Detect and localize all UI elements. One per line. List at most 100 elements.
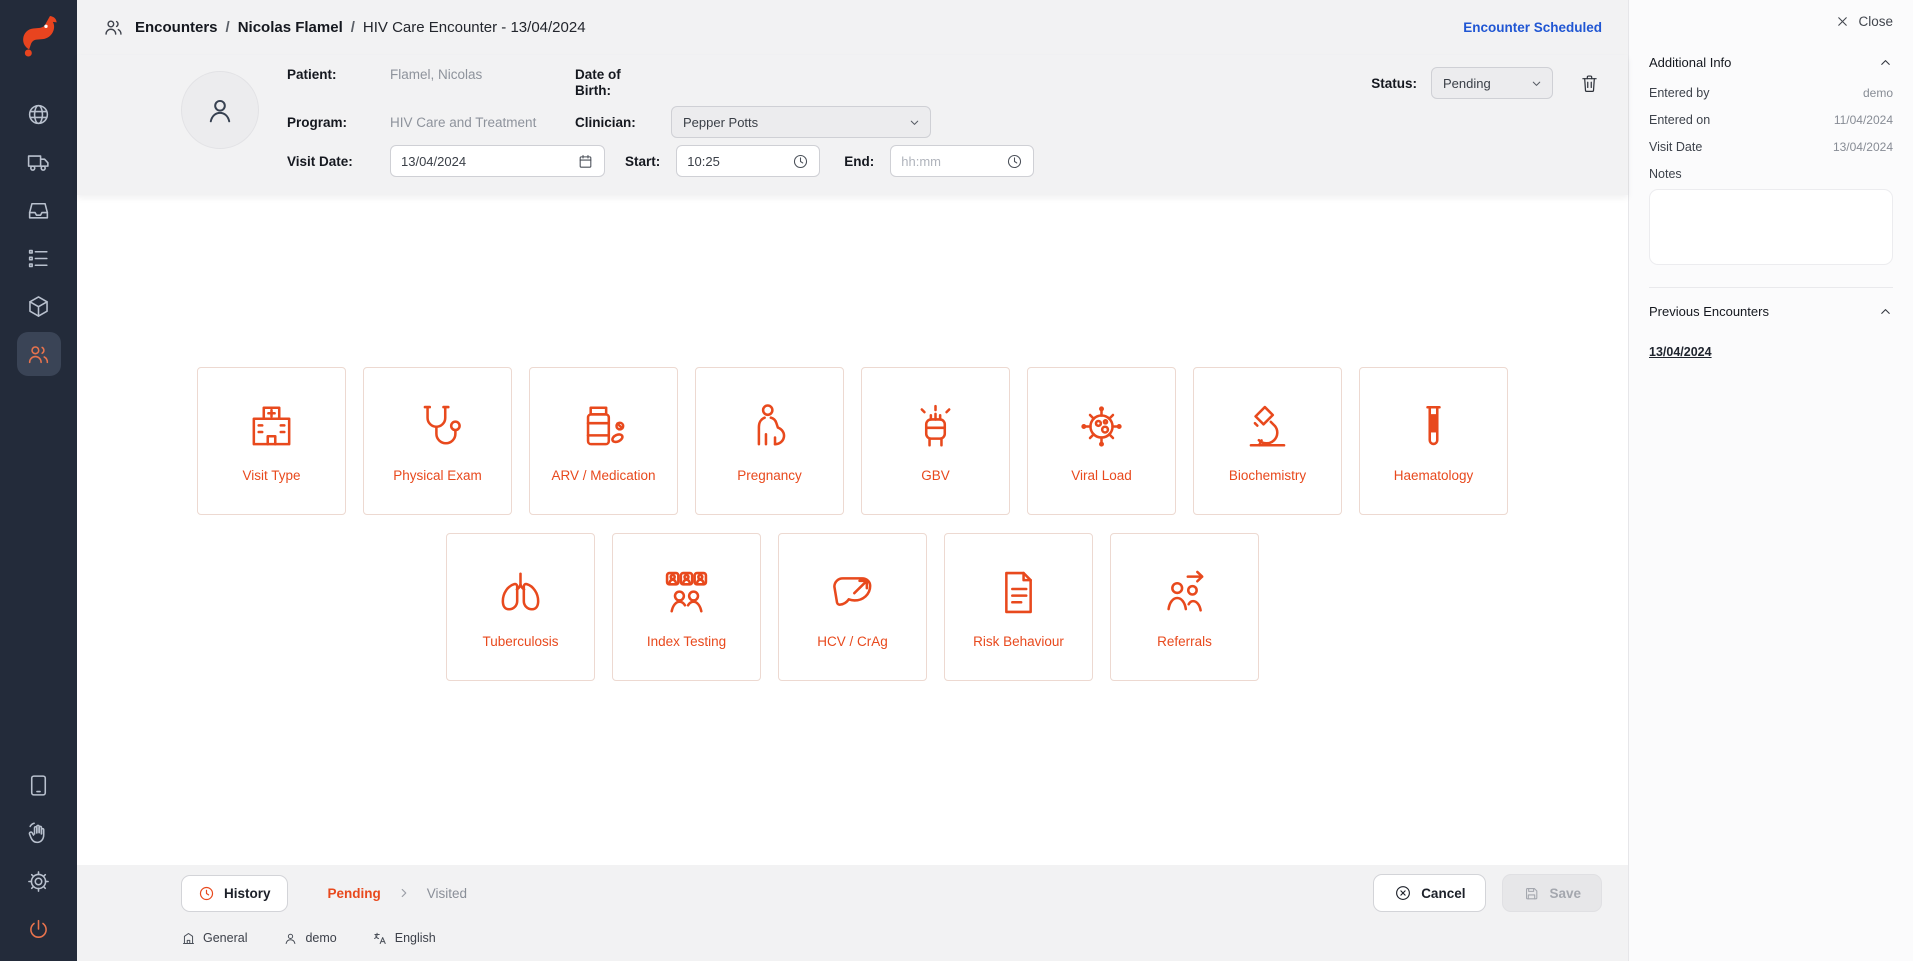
panel-visit-date-row: Visit Date 13/04/2024 <box>1649 140 1893 154</box>
card-risk-behaviour[interactable]: Risk Behaviour <box>944 533 1093 681</box>
additional-info-header[interactable]: Additional Info <box>1649 55 1893 70</box>
additional-info-title: Additional Info <box>1649 55 1731 70</box>
card-hcv-crag[interactable]: HCV / CrAg <box>778 533 927 681</box>
nav-item-hand-hygiene[interactable] <box>17 811 61 855</box>
card-viral-load[interactable]: Viral Load <box>1027 367 1176 515</box>
patient-fields-grid: Patient: Flamel, Nicolas Date of Birth: … <box>287 63 1602 177</box>
encounter-scheduled-link[interactable]: Encounter Scheduled <box>1463 20 1602 35</box>
task-list-icon <box>26 246 51 271</box>
raised-fist-icon <box>909 400 962 453</box>
breadcrumb-encounters[interactable]: Encounters <box>135 19 218 36</box>
end-time-placeholder: hh:mm <box>901 154 998 169</box>
power-icon <box>26 917 51 942</box>
nav-item-globe[interactable] <box>17 92 61 136</box>
notes-row: Notes <box>1649 167 1893 181</box>
sidebar-nav-top <box>17 92 61 376</box>
clinician-select[interactable]: Pepper Potts <box>671 106 931 138</box>
dob-label: Date of Birth: <box>575 67 647 99</box>
stethoscope-icon <box>411 400 464 453</box>
patient-row-2: Program: HIV Care and Treatment Clinicia… <box>287 106 1602 138</box>
card-physical-exam[interactable]: Physical Exam <box>363 367 512 515</box>
breadcrumb: Encounters / Nicolas Flamel / HIV Care E… <box>135 19 586 36</box>
gear-icon <box>26 869 51 894</box>
person-icon <box>203 93 237 127</box>
patient-label: Patient: <box>287 67 390 82</box>
notes-input[interactable] <box>1649 189 1893 265</box>
card-gbv[interactable]: GBV <box>861 367 1010 515</box>
lungs-icon <box>494 566 547 619</box>
nav-item-patients[interactable] <box>17 332 61 376</box>
status-step-pending: Pending <box>328 886 381 901</box>
entered-on-row: Entered on 11/04/2024 <box>1649 113 1893 127</box>
visit-date-value: 13/04/2024 <box>401 154 569 169</box>
previous-encounter-link[interactable]: 13/04/2024 <box>1649 345 1893 359</box>
footer-location[interactable]: General <box>181 931 247 946</box>
panel-close-button[interactable]: Close <box>1649 14 1893 29</box>
nav-item-settings[interactable] <box>17 859 61 903</box>
status-selected-value: Pending <box>1443 76 1522 91</box>
visit-date-label: Visit Date: <box>287 154 390 169</box>
top-bar: Encounters / Nicolas Flamel / HIV Care E… <box>77 0 1628 55</box>
patient-avatar <box>181 71 259 149</box>
tablet-icon <box>26 773 51 798</box>
chevron-up-icon <box>1878 55 1893 70</box>
nav-item-inbox[interactable] <box>17 188 61 232</box>
app-logo[interactable] <box>19 12 59 58</box>
user-icon <box>283 931 298 946</box>
start-time-label: Start: <box>625 154 660 169</box>
virus-icon <box>1075 400 1128 453</box>
patient-row-1: Patient: Flamel, Nicolas Date of Birth: … <box>287 67 1602 99</box>
nav-item-tablet[interactable] <box>17 763 61 807</box>
card-arv-medication[interactable]: ARV / Medication <box>529 367 678 515</box>
panel-visit-date-value: 13/04/2024 <box>1833 140 1893 154</box>
status-step-visited: Visited <box>427 886 467 901</box>
nav-item-task-list[interactable] <box>17 236 61 280</box>
visit-date-input[interactable]: 13/04/2024 <box>390 145 605 177</box>
referral-arrow-people-icon <box>1158 566 1211 619</box>
people-network-icon <box>660 566 713 619</box>
card-biochemistry[interactable]: Biochemistry <box>1193 367 1342 515</box>
breadcrumb-patient[interactable]: Nicolas Flamel <box>238 19 343 36</box>
card-index-testing[interactable]: Index Testing <box>612 533 761 681</box>
clinician-label: Clinician: <box>575 115 671 130</box>
card-label: Biochemistry <box>1229 468 1306 483</box>
delete-encounter-button[interactable] <box>1577 71 1602 96</box>
globe-icon <box>26 102 51 127</box>
card-label: Risk Behaviour <box>973 634 1064 649</box>
start-time-input[interactable]: 10:25 <box>676 145 820 177</box>
close-icon <box>1835 14 1850 29</box>
pregnant-woman-icon <box>743 400 796 453</box>
card-visit-type[interactable]: Visit Type <box>197 367 346 515</box>
breadcrumb-separator: / <box>226 19 230 36</box>
status-cluster: Status: Pending <box>1371 67 1602 99</box>
card-pregnancy[interactable]: Pregnancy <box>695 367 844 515</box>
save-button[interactable]: Save <box>1502 874 1602 912</box>
footer-user[interactable]: demo <box>283 931 336 946</box>
previous-encounters-header[interactable]: Previous Encounters <box>1649 304 1893 319</box>
nav-item-logout[interactable] <box>17 907 61 951</box>
calendar-icon <box>577 153 594 170</box>
card-tuberculosis[interactable]: Tuberculosis <box>446 533 595 681</box>
footer-language[interactable]: English <box>373 931 436 946</box>
nav-item-package[interactable] <box>17 284 61 328</box>
save-button-label: Save <box>1549 886 1581 901</box>
chevron-up-icon <box>1878 304 1893 319</box>
home-icon <box>181 931 196 946</box>
card-label: Haematology <box>1394 468 1474 483</box>
panel-divider <box>1649 287 1893 288</box>
patient-row-3: Visit Date: 13/04/2024 Start: 10:25 End:… <box>287 145 1602 177</box>
entered-on-label: Entered on <box>1649 113 1710 127</box>
breadcrumb-current-page: HIV Care Encounter - 13/04/2024 <box>363 19 586 36</box>
program-value: HIV Care and Treatment <box>390 115 575 130</box>
nav-item-ambulance[interactable] <box>17 140 61 184</box>
history-button[interactable]: History <box>181 875 288 912</box>
card-haematology[interactable]: Haematology <box>1359 367 1508 515</box>
end-time-input[interactable]: hh:mm <box>890 145 1034 177</box>
card-referrals[interactable]: Referrals <box>1110 533 1259 681</box>
cancel-button[interactable]: Cancel <box>1373 874 1486 912</box>
card-label: Visit Type <box>242 468 300 483</box>
cancel-button-label: Cancel <box>1421 886 1465 901</box>
status-select[interactable]: Pending <box>1431 67 1553 99</box>
previous-encounters-title: Previous Encounters <box>1649 304 1769 319</box>
card-label: HCV / CrAg <box>817 634 888 649</box>
